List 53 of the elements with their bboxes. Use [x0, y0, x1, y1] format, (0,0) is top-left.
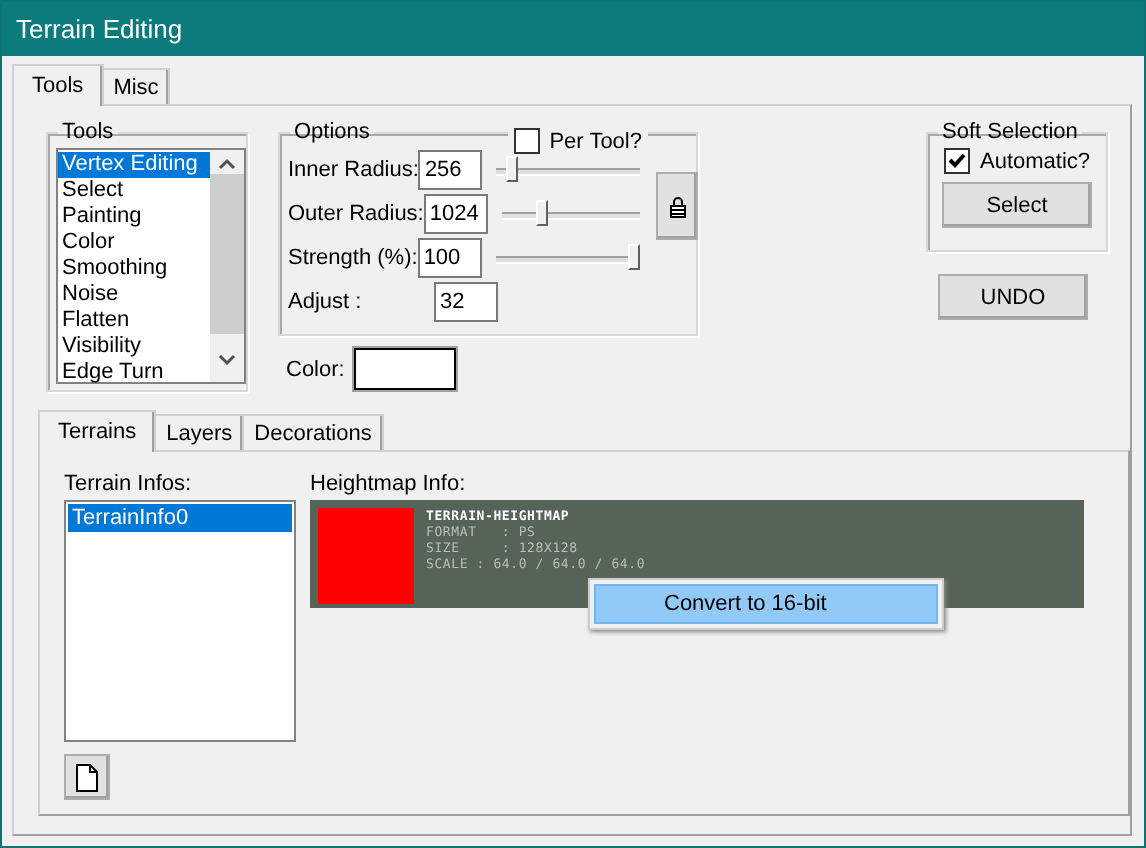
- input-field[interactable]: 1024: [423, 194, 488, 234]
- tab[interactable]: Decorations: [242, 414, 384, 450]
- checkbox[interactable]: [513, 128, 540, 154]
- checkbox-label: Automatic?: [979, 149, 1091, 173]
- scroll-up-icon[interactable]: [218, 158, 236, 170]
- select-button[interactable]: Select: [942, 182, 1092, 228]
- list-label: Terrain Infos:: [64, 472, 194, 500]
- document-icon: [76, 763, 98, 791]
- group-title: Tools: [60, 120, 116, 144]
- field-label: Inner Radius:: [288, 158, 419, 182]
- group-title: Options: [292, 120, 372, 144]
- input-field[interactable]: 256: [418, 150, 483, 190]
- input-field[interactable]: 32: [434, 282, 498, 322]
- undo-button[interactable]: UNDO: [938, 274, 1088, 320]
- list-item[interactable]: Painting: [58, 204, 210, 230]
- list-item[interactable]: TerrainInfo0: [68, 504, 292, 532]
- field-label: Outer Radius:: [288, 202, 424, 226]
- window-title: Terrain Editing: [2, 2, 1144, 56]
- menu-item[interactable]: Convert to 16-bit: [594, 584, 938, 624]
- heightmap-preview: [318, 508, 414, 604]
- slider-thumb[interactable]: [506, 156, 519, 182]
- tab[interactable]: Terrains: [38, 410, 157, 452]
- list-item[interactable]: Select: [58, 178, 210, 204]
- tab[interactable]: Misc: [101, 68, 171, 104]
- list-item[interactable]: Color: [58, 230, 210, 256]
- slider-track: [496, 168, 640, 176]
- lock-icon: [669, 195, 685, 217]
- list-item[interactable]: Edge Turn: [58, 360, 210, 386]
- color-label: Color:: [286, 357, 345, 381]
- color-swatch[interactable]: [354, 348, 457, 390]
- slider-track: [501, 212, 640, 220]
- scroll-down-icon[interactable]: [218, 354, 236, 366]
- tab[interactable]: Tools: [12, 64, 104, 106]
- list-item[interactable]: Vertex Editing: [58, 152, 210, 178]
- checkbox[interactable]: [943, 148, 970, 174]
- lock-button[interactable]: [656, 172, 698, 240]
- input-field[interactable]: 100: [417, 238, 482, 278]
- tab[interactable]: Layers: [154, 414, 245, 450]
- group-title: Soft Selection: [940, 120, 1080, 144]
- slider-thumb[interactable]: [628, 244, 640, 270]
- heightmap-label: Heightmap Info:: [310, 472, 468, 500]
- field-label: Strength (%):: [288, 246, 418, 270]
- list-item[interactable]: Noise: [58, 282, 210, 308]
- list-item[interactable]: Smoothing: [58, 256, 210, 282]
- scrollbar-thumb[interactable]: [210, 174, 244, 334]
- tool-list[interactable]: Vertex Editing Select Painting Color Smoothing Noise Flatten Visibility Edge Turn: [56, 148, 246, 384]
- new-button[interactable]: [64, 754, 110, 800]
- list-item[interactable]: Visibility: [58, 334, 210, 360]
- field-label: Adjust :: [288, 290, 364, 314]
- checkbox-label: Per Tool?: [549, 129, 642, 153]
- list-item[interactable]: Flatten: [58, 308, 210, 334]
- terrain-info-list[interactable]: TerrainInfo0: [64, 500, 296, 742]
- slider-thumb[interactable]: [535, 200, 548, 226]
